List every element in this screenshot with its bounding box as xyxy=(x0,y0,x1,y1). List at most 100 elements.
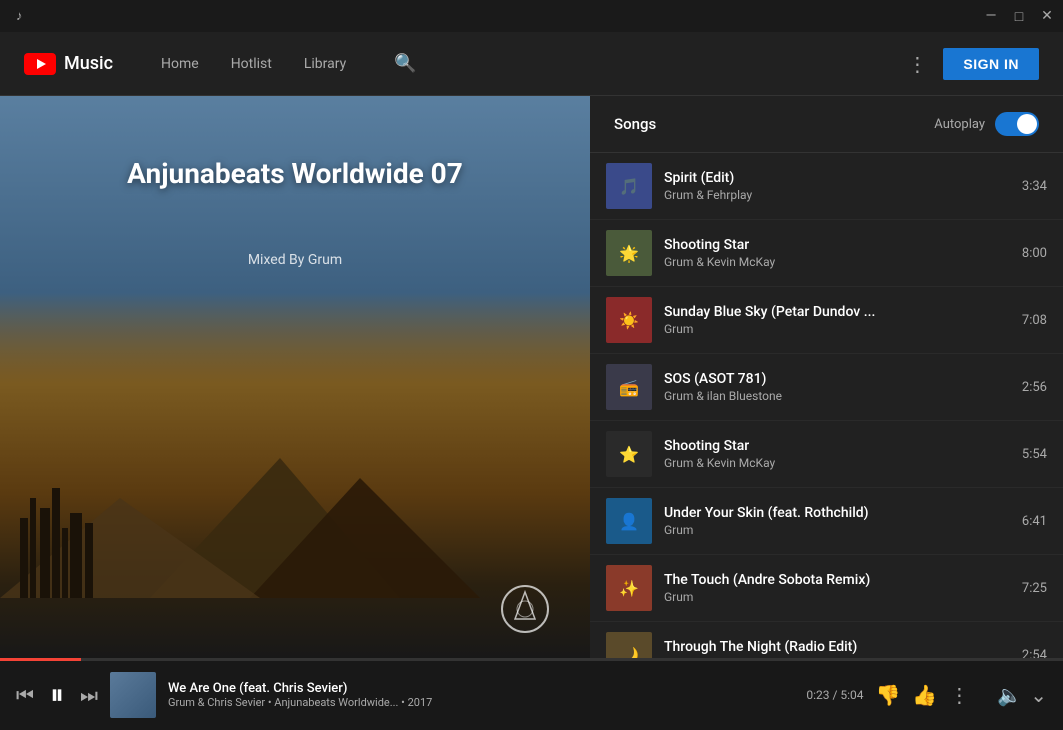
thumbs-down-button[interactable]: 👎 xyxy=(876,683,901,707)
volume-section: 🔈 ⌄ xyxy=(997,683,1047,707)
skip-back-button[interactable]: ⏮ xyxy=(16,683,34,707)
toggle-knob xyxy=(1017,114,1037,134)
track-thumbnail xyxy=(110,672,156,718)
song-duration: 5:54 xyxy=(1022,447,1047,462)
song-thumbnail: 🌙 xyxy=(606,632,652,658)
song-artist: Grum & Kevin McKay xyxy=(664,255,1010,269)
music-note-icon: ♪ xyxy=(16,8,23,24)
song-item[interactable]: 🌙 Through The Night (Radio Edit) Grum 2:… xyxy=(590,622,1063,658)
progress-fill xyxy=(0,658,81,661)
song-duration: 6:41 xyxy=(1022,514,1047,529)
skip-forward-button[interactable]: ⏭ xyxy=(80,683,98,707)
left-panel: Anjunabeats Worldwide 07 Mixed By Grum xyxy=(0,96,590,658)
nav-links: Home Hotlist Library 🔍 xyxy=(161,53,907,74)
song-thumbnail: 🌟 xyxy=(606,230,652,276)
song-artist: Grum & Kevin McKay xyxy=(664,456,1010,470)
close-button[interactable]: ✕ xyxy=(1039,8,1055,24)
song-info: Shooting Star Grum & Kevin McKay xyxy=(664,438,1010,470)
song-info: SOS (ASOT 781) Grum & ilan Bluestone xyxy=(664,371,1010,403)
pause-button[interactable]: ⏸ xyxy=(50,678,64,712)
song-name: Spirit (Edit) xyxy=(664,170,1010,186)
song-thumbnail: ✨ xyxy=(606,565,652,611)
song-duration: 8:00 xyxy=(1022,246,1047,261)
song-item[interactable]: 📻 SOS (ASOT 781) Grum & ilan Bluestone 2… xyxy=(590,354,1063,421)
expand-button[interactable]: ⌄ xyxy=(1030,683,1047,707)
song-name: Sunday Blue Sky (Petar Dundov ... xyxy=(664,304,1010,320)
song-name: SOS (ASOT 781) xyxy=(664,371,1010,387)
more-options-icon[interactable]: ⋮ xyxy=(907,52,927,76)
song-info: Under Your Skin (feat. Rothchild) Grum xyxy=(664,505,1010,537)
song-duration: 3:34 xyxy=(1022,179,1047,194)
song-thumbnail: ☀️ xyxy=(606,297,652,343)
volume-icon[interactable]: 🔈 xyxy=(997,683,1022,707)
songs-list[interactable]: 🎵 Spirit (Edit) Grum & Fehrplay 3:34 🌟 S… xyxy=(590,153,1063,658)
sign-in-button[interactable]: SIGN IN xyxy=(943,48,1039,80)
minimize-button[interactable]: — xyxy=(983,8,999,24)
song-thumbnail: 📻 xyxy=(606,364,652,410)
player-actions: 👎 👍 ⋮ xyxy=(876,683,970,707)
songs-title: Songs xyxy=(614,115,656,133)
maximize-button[interactable]: □ xyxy=(1011,8,1027,24)
autoplay-section: Autoplay xyxy=(934,112,1039,136)
song-artist: Grum & Fehrplay xyxy=(664,188,1010,202)
logo[interactable]: Music xyxy=(24,53,113,75)
song-item[interactable]: ⭐ Shooting Star Grum & Kevin McKay 5:54 xyxy=(590,421,1063,488)
progress-bar[interactable] xyxy=(0,658,1063,661)
album-title: Anjunabeats Worldwide 07 xyxy=(40,156,550,192)
song-artist: Grum xyxy=(664,322,1010,336)
song-artist: Grum xyxy=(664,590,1010,604)
track-name: We Are One (feat. Chris Sevier) xyxy=(168,681,794,696)
thumbs-up-button[interactable]: 👍 xyxy=(912,683,937,707)
anjunabeats-logo xyxy=(500,584,550,638)
logo-text: Music xyxy=(64,53,113,74)
main-content: Anjunabeats Worldwide 07 Mixed By Grum xyxy=(0,96,1063,658)
song-info: The Touch (Andre Sobota Remix) Grum xyxy=(664,572,1010,604)
song-name: Through The Night (Radio Edit) xyxy=(664,639,1010,655)
header: Music Home Hotlist Library 🔍 ⋮ SIGN IN xyxy=(0,32,1063,96)
player-controls: ⏮ ⏸ ⏭ xyxy=(16,678,98,712)
song-duration: 2:54 xyxy=(1022,648,1047,659)
time-display: 0:23 / 5:04 xyxy=(806,688,863,702)
song-item[interactable]: 👤 Under Your Skin (feat. Rothchild) Grum… xyxy=(590,488,1063,555)
autoplay-toggle[interactable] xyxy=(995,112,1039,136)
mountain-svg xyxy=(0,398,590,598)
title-bar: ♪ — □ ✕ xyxy=(0,0,1063,32)
song-info: Sunday Blue Sky (Petar Dundov ... Grum xyxy=(664,304,1010,336)
autoplay-label: Autoplay xyxy=(934,117,985,132)
player-bar: ⏮ ⏸ ⏭ We Are One (feat. Chris Sevier) Gr… xyxy=(0,658,1063,730)
song-thumbnail: 🎵 xyxy=(606,163,652,209)
song-name: Shooting Star xyxy=(664,237,1010,253)
nav-library[interactable]: Library xyxy=(304,56,346,72)
song-artist: Grum xyxy=(664,523,1010,537)
album-art: Anjunabeats Worldwide 07 Mixed By Grum xyxy=(0,96,590,658)
song-duration: 7:25 xyxy=(1022,581,1047,596)
song-artist: Grum & ilan Bluestone xyxy=(664,389,1010,403)
window-controls: — □ ✕ xyxy=(983,8,1055,24)
youtube-icon xyxy=(24,53,56,75)
album-subtitle: Mixed By Grum xyxy=(40,252,550,268)
track-meta: Grum & Chris Sevier • Anjunabeats Worldw… xyxy=(168,696,794,709)
album-art-top: Anjunabeats Worldwide 07 Mixed By Grum xyxy=(0,96,590,288)
song-name: Shooting Star xyxy=(664,438,1010,454)
song-name: Under Your Skin (feat. Rothchild) xyxy=(664,505,1010,521)
songs-header: Songs Autoplay xyxy=(590,96,1063,153)
song-thumbnail: ⭐ xyxy=(606,431,652,477)
nav-hotlist[interactable]: Hotlist xyxy=(231,56,272,72)
song-item[interactable]: 🌟 Shooting Star Grum & Kevin McKay 8:00 xyxy=(590,220,1063,287)
song-duration: 7:08 xyxy=(1022,313,1047,328)
song-info: Shooting Star Grum & Kevin McKay xyxy=(664,237,1010,269)
search-icon[interactable]: 🔍 xyxy=(394,53,416,74)
song-info: Through The Night (Radio Edit) Grum xyxy=(664,639,1010,658)
more-button[interactable]: ⋮ xyxy=(949,683,969,707)
song-info: Spirit (Edit) Grum & Fehrplay xyxy=(664,170,1010,202)
right-panel: Songs Autoplay 🎵 Spirit (Edit) Grum & Fe… xyxy=(590,96,1063,658)
song-item[interactable]: 🎵 Spirit (Edit) Grum & Fehrplay 3:34 xyxy=(590,153,1063,220)
nav-home[interactable]: Home xyxy=(161,56,199,72)
track-info-section: We Are One (feat. Chris Sevier) Grum & C… xyxy=(168,681,794,709)
song-thumbnail: 👤 xyxy=(606,498,652,544)
song-item[interactable]: ☀️ Sunday Blue Sky (Petar Dundov ... Gru… xyxy=(590,287,1063,354)
header-right: ⋮ SIGN IN xyxy=(907,48,1039,80)
song-item[interactable]: ✨ The Touch (Andre Sobota Remix) Grum 7:… xyxy=(590,555,1063,622)
album-art-container: Anjunabeats Worldwide 07 Mixed By Grum xyxy=(0,96,590,658)
song-duration: 2:56 xyxy=(1022,380,1047,395)
